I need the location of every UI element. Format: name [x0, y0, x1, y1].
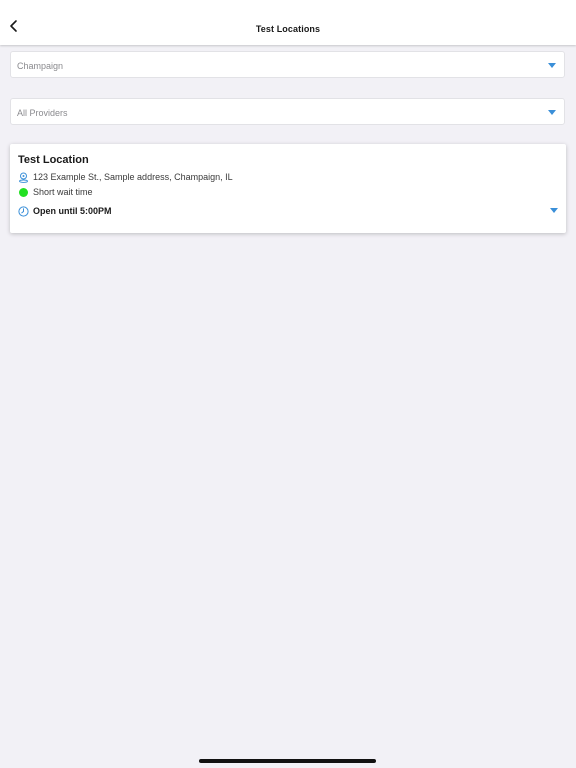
- address-row: 123 Example St., Sample address, Champai…: [18, 171, 233, 183]
- navigation-bar: Test Locations: [0, 0, 576, 45]
- wait-status-indicator: [19, 187, 28, 197]
- clock-icon: [18, 205, 29, 217]
- wait-time-text: Short wait time: [33, 187, 93, 197]
- caret-down-icon: [548, 63, 556, 68]
- city-select-value: Champaign: [17, 61, 64, 71]
- provider-select-value: All Providers: [17, 108, 68, 118]
- map-pin-icon: [19, 172, 28, 183]
- location-name: Test Location: [18, 154, 89, 166]
- caret-down-icon: [548, 110, 556, 115]
- hours-row: Open until 5:00PM: [18, 205, 112, 217]
- location-hours: Open until 5:00PM: [33, 206, 112, 216]
- wait-time-row: Short wait time: [18, 186, 93, 198]
- provider-select[interactable]: All Providers: [10, 98, 565, 125]
- expand-hours-caret-icon[interactable]: [550, 208, 558, 213]
- city-select[interactable]: Champaign: [10, 51, 565, 78]
- home-indicator: [199, 759, 376, 763]
- location-card[interactable]: Test Location 123 Example St., Sample ad…: [10, 144, 566, 233]
- location-address: 123 Example St., Sample address, Champai…: [33, 172, 233, 182]
- page-title: Test Locations: [255, 24, 321, 34]
